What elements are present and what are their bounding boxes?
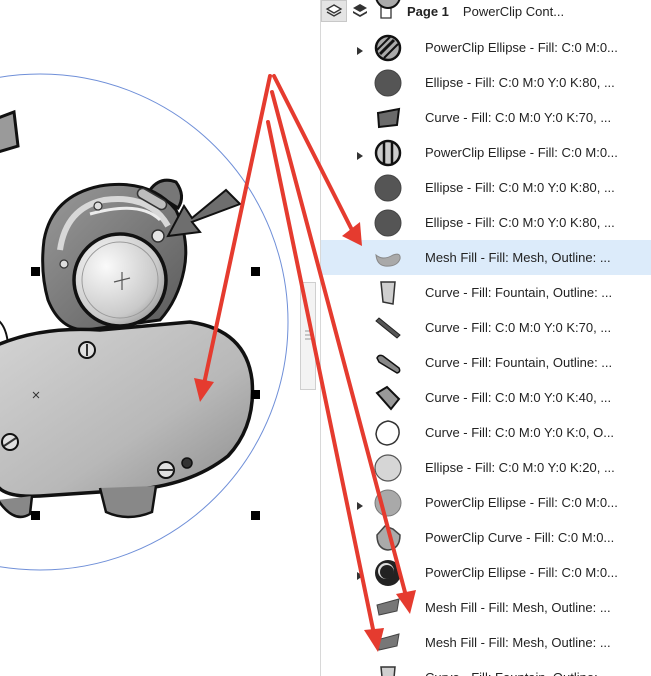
screw-left: [1, 433, 19, 451]
watch-body: [0, 320, 255, 498]
dark-circle-icon: [373, 173, 403, 203]
object-row-label: Curve - Fill: Fountain, Outline: ...: [425, 285, 613, 300]
object-row-label: PowerClip Ellipse - Fill: C:0 M:0...: [425, 495, 618, 510]
black-ring-icon: [373, 558, 403, 588]
expand-arrow-icon[interactable]: [356, 43, 364, 55]
object-row-label: Curve - Fill: C:0 M:0 Y:0 K:40, ...: [425, 390, 612, 405]
object-row[interactable]: Ellipse - Fill: C:0 M:0 Y:0 K:80, ...: [321, 65, 651, 100]
dark-circle-icon: [373, 208, 403, 238]
objects-panel: Page 1 PowerClip Cont... PowerClip Ellip…: [321, 0, 651, 676]
object-row[interactable]: Curve - Fill: C:0 M:0 Y:0 K:0, O...: [321, 415, 651, 450]
object-row-label: Mesh Fill - Fill: Mesh, Outline: ...: [425, 635, 611, 650]
fountain-stick-icon: [373, 348, 403, 378]
expand-arrow-icon[interactable]: [356, 148, 364, 160]
grey-disc-icon: [373, 0, 403, 11]
dark-circle-icon: [373, 68, 403, 98]
canvas-scroll-handle[interactable]: [300, 282, 316, 390]
object-row-label: Curve - Fill: C:0 M:0 Y:0 K:0, O...: [425, 425, 615, 440]
fountain-shard-icon: [373, 663, 403, 676]
object-row-label: PowerClip Ellipse - Fill: C:0 M:0...: [425, 565, 618, 580]
screw-right: [157, 461, 175, 479]
object-row[interactable]: Curve - Fill: Fountain, Outline: ...: [321, 345, 651, 380]
object-row-label: PowerClip Curve - Fill: C:0 M:0...: [425, 530, 615, 545]
object-row-label: Ellipse - Fill: C:0 M:0 Y:0 K:80, ...: [425, 180, 615, 195]
object-row[interactable]: Mesh Fill - Fill: Mesh, Outline: ...: [321, 590, 651, 625]
object-row[interactable]: PowerClip Ellipse - Fill: C:0 M:0...: [321, 135, 651, 170]
grey-shape-icon: [373, 523, 403, 553]
object-row-label: Ellipse - Fill: C:0 M:0 Y:0 K:20, ...: [425, 460, 615, 475]
expand-arrow-icon[interactable]: [356, 568, 364, 580]
mesh-blob-icon: [373, 243, 403, 273]
white-blob-icon: [373, 418, 403, 448]
grey-quad-icon: [373, 383, 403, 413]
expand-arrow-icon[interactable]: [356, 498, 364, 510]
page-label[interactable]: Page 1: [407, 4, 449, 19]
object-row[interactable]: Ellipse - Fill: C:0 M:0 Y:0 K:80, ...: [321, 170, 651, 205]
object-row[interactable]: PowerClip Ellipse - Fill: C:0 M:0...: [321, 555, 651, 590]
light-circle-icon: [373, 453, 403, 483]
object-row[interactable]: Ellipse - Fill: C:0 M:0 Y:0 K:20, ...: [321, 450, 651, 485]
mesh-wedge-icon: [373, 593, 403, 623]
object-row-label: PowerClip Ellipse - Fill: C:0 M:0...: [425, 145, 618, 160]
screw-top: [78, 341, 96, 359]
object-row[interactable]: Curve - Fill: Fountain, Outline: ...: [321, 660, 651, 676]
dark-slash-icon: [373, 313, 403, 343]
object-row-label: PowerClip Ellipse - Fill: C:0 M:0...: [425, 40, 618, 55]
small-grey-shape: [0, 109, 20, 153]
object-row-label: Curve - Fill: Fountain, Outline: ...: [425, 670, 612, 676]
object-row[interactable]: Curve - Fill: C:0 M:0 Y:0 K:40, ...: [321, 380, 651, 415]
object-row-label: Ellipse - Fill: C:0 M:0 Y:0 K:80, ...: [425, 75, 615, 90]
object-row[interactable]: PowerClip Curve - Fill: C:0 M:0...: [321, 520, 651, 555]
object-row[interactable]: Curve - Fill: C:0 M:0 Y:0 K:70, ...: [321, 100, 651, 135]
grey-disc-icon: [373, 488, 403, 518]
object-row[interactable]: Ellipse - Fill: C:0 M:0 Y:0 K:80, ...: [321, 205, 651, 240]
object-row-partial[interactable]: [321, 0, 651, 9]
object-row[interactable]: Mesh Fill - Fill: Mesh, Outline: ...: [321, 240, 651, 275]
object-row-label: Ellipse - Fill: C:0 M:0 Y:0 K:80, ...: [425, 215, 615, 230]
object-row[interactable]: PowerClip Ellipse - Fill: C:0 M:0...: [321, 30, 651, 65]
drawing-canvas[interactable]: [0, 0, 320, 676]
object-row-label: Mesh Fill - Fill: Mesh, Outline: ...: [425, 600, 611, 615]
slotted-disc-icon: [373, 138, 403, 168]
object-row-label: Curve - Fill: C:0 M:0 Y:0 K:70, ...: [425, 110, 612, 125]
object-row-label: Curve - Fill: C:0 M:0 Y:0 K:70, ...: [425, 320, 612, 335]
mesh-wedge-icon: [373, 628, 403, 658]
current-object-label[interactable]: PowerClip Cont...: [463, 4, 564, 19]
object-row[interactable]: Curve - Fill: C:0 M:0 Y:0 K:70, ...: [321, 310, 651, 345]
object-row-label: Mesh Fill - Fill: Mesh, Outline: ...: [425, 250, 611, 265]
dark-quad-icon: [373, 103, 403, 133]
object-row[interactable]: Curve - Fill: Fountain, Outline: ...: [321, 275, 651, 310]
striped-disc-icon: [373, 33, 403, 63]
object-row[interactable]: Mesh Fill - Fill: Mesh, Outline: ...: [321, 625, 651, 660]
watch-illustration: [0, 73, 289, 571]
object-row[interactable]: PowerClip Ellipse - Fill: C:0 M:0...: [321, 485, 651, 520]
object-row-label: Curve - Fill: Fountain, Outline: ...: [425, 355, 613, 370]
fountain-shard-icon: [373, 278, 403, 308]
